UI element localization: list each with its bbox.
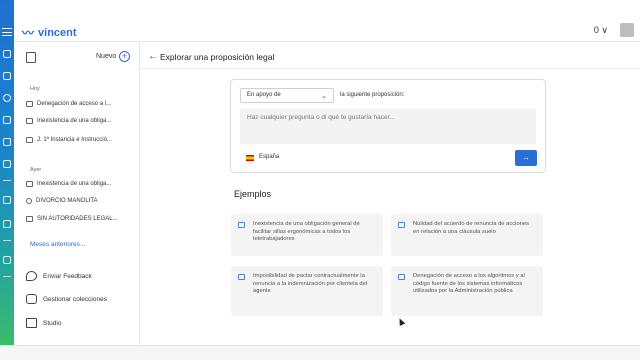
- group-label-today: Hoy: [30, 86, 40, 92]
- example-card[interactable]: Imposibilidad de pactar contractualmente…: [231, 266, 383, 316]
- chat-icon: [238, 222, 245, 228]
- chat-icon: [26, 118, 33, 124]
- previous-months-link[interactable]: Meses anteriores...: [30, 241, 85, 248]
- list-item[interactable]: DIVORCIO MANOLITA: [26, 195, 134, 207]
- arrow-right-icon: →: [522, 153, 530, 162]
- rail-divider: [3, 180, 11, 181]
- example-text: Inexistencia de una obligación general d…: [253, 221, 360, 242]
- list-item-label: J. 1ª Instancia e Instrucció...: [37, 137, 112, 143]
- spain-flag-icon: [246, 155, 254, 161]
- stance-select[interactable]: En apoyo de ⌄: [240, 88, 334, 103]
- example-card[interactable]: Denegación de acceso a los algoritmos y …: [391, 266, 543, 316]
- credits-count: 0: [593, 25, 599, 35]
- vincent-logo-icon: 〰: [22, 26, 35, 40]
- app-window: 〰 vincent 0 ∨ Nuevo + Hoy Denegación de …: [0, 0, 640, 360]
- folder-icon: [26, 137, 33, 143]
- rail-divider: [3, 276, 11, 277]
- flow-icon[interactable]: [3, 196, 11, 204]
- header-divider: [140, 68, 640, 69]
- examples-heading: Ejemplos: [234, 189, 272, 199]
- search-icon[interactable]: [3, 94, 11, 102]
- history-sidebar: Nuevo + Hoy Denegación de acceso a l... …: [14, 42, 140, 345]
- collections-icon: [26, 294, 37, 304]
- page-title: Explorar una proposición legal: [160, 52, 275, 62]
- send-feedback-label: Enviar Feedback: [43, 272, 92, 280]
- search-icon: [26, 198, 32, 204]
- group-label-yesterday: Ayer: [30, 167, 42, 173]
- brand-name: vincent: [38, 26, 77, 39]
- manage-collections-label: Gestionar colecciones: [43, 295, 107, 303]
- manage-collections-button[interactable]: Gestionar colecciones: [26, 294, 107, 304]
- list-item-label: Inexistencia de una obliga...: [37, 181, 112, 187]
- studio-label: Studio: [43, 319, 62, 327]
- example-text: Imposibilidad de pactar contractualmente…: [253, 273, 368, 294]
- submit-button[interactable]: →: [515, 150, 537, 166]
- list-item[interactable]: Inexistencia de una obliga...: [26, 178, 134, 190]
- cube-icon: [26, 318, 37, 328]
- studio-button[interactable]: Studio: [26, 318, 61, 328]
- example-card[interactable]: Nulidad del acuerdo de renuncia de accio…: [391, 214, 543, 256]
- send-feedback-button[interactable]: Enviar Feedback: [26, 271, 92, 281]
- list-item-label: SIN AUTORIDADES LEGAL...: [37, 216, 118, 222]
- history-icon[interactable]: [3, 256, 11, 264]
- document-icon[interactable]: [3, 160, 11, 168]
- stance-select-value: En apoyo de: [247, 92, 281, 98]
- book-icon[interactable]: [26, 52, 36, 63]
- rail-divider: [3, 240, 11, 241]
- top-bar: 〰 vincent 0 ∨: [14, 20, 640, 42]
- example-text: Nulidad del acuerdo de renuncia de accio…: [413, 221, 530, 235]
- hamburger-menu-icon[interactable]: [2, 28, 12, 36]
- list-item[interactable]: SIN AUTORIDADES LEGAL...: [26, 213, 134, 225]
- chevron-down-icon: ∨: [601, 25, 608, 35]
- new-conversation-button[interactable]: +: [119, 51, 130, 62]
- feedback-icon: [26, 271, 37, 281]
- avatar[interactable]: [620, 23, 634, 37]
- list-item[interactable]: Denegación de acceso a l...: [26, 98, 134, 110]
- navigation-rail: [0, 0, 14, 345]
- example-text: Denegación de acceso a los algoritmos y …: [413, 273, 525, 294]
- chat-icon: [398, 274, 405, 280]
- home-icon[interactable]: [3, 50, 11, 58]
- proposition-card: En apoyo de ⌄ la siguiente proposición: …: [230, 79, 546, 173]
- example-card[interactable]: Inexistencia de una obligación general d…: [231, 214, 383, 256]
- shield-icon[interactable]: [3, 220, 11, 228]
- query-input[interactable]: Haz cualquier pregunta o di qué te gusta…: [240, 109, 536, 144]
- list-item-label: Denegación de acceso a l...: [37, 101, 112, 107]
- chat-icon: [398, 222, 405, 228]
- user-icon[interactable]: [3, 72, 11, 80]
- brand-logo[interactable]: 〰 vincent: [22, 24, 77, 41]
- list-item[interactable]: J. 1ª Instancia e Instrucció...: [26, 134, 134, 146]
- list-item[interactable]: Inexistencia de una obliga...: [26, 115, 134, 127]
- folder-icon[interactable]: [3, 138, 11, 146]
- list-item-label: DIVORCIO MANOLITA: [36, 198, 98, 204]
- proposition-label: la siguiente proposición:: [340, 92, 405, 98]
- chat-icon: [26, 216, 33, 222]
- country-selector[interactable]: España: [259, 154, 279, 160]
- credits-counter[interactable]: 0 ∨: [594, 25, 608, 36]
- list-item-label: Inexistencia de una obliga...: [37, 118, 112, 124]
- compass-icon[interactable]: [3, 116, 11, 124]
- chat-icon: [26, 101, 33, 107]
- chat-icon: [26, 181, 33, 187]
- chevron-down-icon: ⌄: [321, 93, 327, 100]
- bottom-strip: [0, 345, 640, 360]
- new-label[interactable]: Nuevo: [96, 53, 116, 60]
- chat-icon: [238, 274, 245, 280]
- main-content: ← Explorar una proposición legal En apoy…: [140, 42, 640, 345]
- back-arrow-icon[interactable]: ←: [148, 51, 158, 62]
